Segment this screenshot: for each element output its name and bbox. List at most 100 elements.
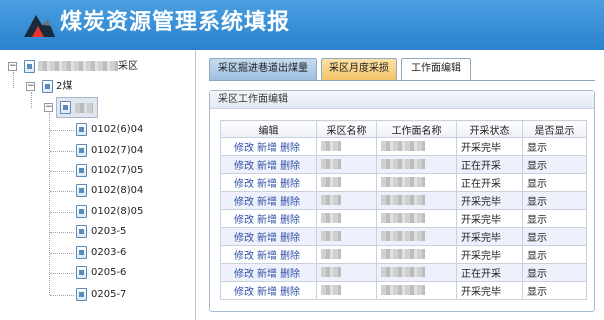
cell-area-name xyxy=(316,281,377,300)
tree-node-face-label: 0102(8)05 xyxy=(91,206,144,217)
collapse-icon[interactable]: − xyxy=(26,82,35,91)
tree-node-face-label: 0102(6)04 xyxy=(91,124,144,135)
tree-node-face[interactable]: 0102(8)05 xyxy=(0,204,196,220)
edit-link[interactable]: 修改 xyxy=(234,269,254,280)
tree-node-face[interactable]: 0102(8)04 xyxy=(0,183,196,199)
tree-node-face[interactable]: 0102(6)04 xyxy=(0,122,196,138)
add-link[interactable]: 新增 xyxy=(257,251,277,262)
table-row: 修改 新增 删除 开采完毕 显示 xyxy=(220,245,587,264)
redacted-text xyxy=(321,141,341,151)
cell-visible: 显示 xyxy=(522,281,587,300)
row-actions: 修改 新增 删除 xyxy=(220,209,317,228)
app-header: 煤炭资源管理系统填报 xyxy=(0,0,604,50)
add-link[interactable]: 新增 xyxy=(257,143,277,154)
col-header-edit: 编辑 xyxy=(220,120,317,138)
col-header-visible: 是否显示 xyxy=(522,120,587,138)
add-link[interactable]: 新增 xyxy=(257,233,277,244)
edit-link[interactable]: 修改 xyxy=(234,251,254,262)
cell-visible: 显示 xyxy=(522,137,587,156)
face-edit-panel: 采区工作面编辑 编辑 采区名称 工作面名称 开采状态 是否显示 修改 新增 删除 开… xyxy=(209,90,595,312)
cell-face-name xyxy=(376,281,457,300)
add-link[interactable]: 新增 xyxy=(257,179,277,190)
table-row: 修改 新增 删除 正在开采 显示 xyxy=(220,173,587,192)
document-icon xyxy=(76,164,87,177)
cell-area-name xyxy=(316,137,377,156)
tab-roadway-coal-output[interactable]: 采区掘进巷道出煤量 xyxy=(209,58,317,80)
add-link[interactable]: 新增 xyxy=(257,287,277,298)
row-actions: 修改 新增 删除 xyxy=(220,173,317,192)
delete-link[interactable]: 删除 xyxy=(280,215,300,226)
tab-face-edit[interactable]: 工作面编辑 xyxy=(401,58,471,80)
document-icon xyxy=(76,184,87,197)
cell-status: 正在开采 xyxy=(456,155,523,174)
document-icon xyxy=(76,144,87,157)
tree-node-face-label: 0102(8)04 xyxy=(91,185,144,196)
cell-status: 开采完毕 xyxy=(456,209,523,228)
cell-area-name xyxy=(316,263,377,282)
edit-link[interactable]: 修改 xyxy=(234,143,254,154)
tree-node-selected[interactable]: − xyxy=(0,97,196,119)
tree-node-face-label: 0203-5 xyxy=(91,226,127,237)
delete-link[interactable]: 删除 xyxy=(280,143,300,154)
cell-area-name xyxy=(316,209,377,228)
delete-link[interactable]: 删除 xyxy=(280,197,300,208)
redacted-text xyxy=(381,267,425,277)
delete-link[interactable]: 删除 xyxy=(280,179,300,190)
redacted-text xyxy=(381,231,425,241)
edit-link[interactable]: 修改 xyxy=(234,233,254,244)
table-row: 修改 新增 删除 开采完毕 显示 xyxy=(220,227,587,246)
document-icon xyxy=(24,60,35,73)
cell-face-name xyxy=(376,137,457,156)
document-icon xyxy=(76,288,87,301)
row-actions: 修改 新增 删除 xyxy=(220,137,317,156)
tree-node-face[interactable]: 0102(7)04 xyxy=(0,143,196,159)
add-link[interactable]: 新增 xyxy=(257,161,277,172)
collapse-icon[interactable]: − xyxy=(8,62,17,71)
row-actions: 修改 新增 删除 xyxy=(220,191,317,210)
tree-node-face[interactable]: 0205-7 xyxy=(0,287,196,303)
edit-link[interactable]: 修改 xyxy=(234,161,254,172)
add-link[interactable]: 新增 xyxy=(257,215,277,226)
tree-node-face[interactable]: 0205-6 xyxy=(0,265,196,281)
redacted-text xyxy=(321,213,341,223)
tab-monthly-loss[interactable]: 采区月度采损 xyxy=(321,58,397,80)
delete-link[interactable]: 删除 xyxy=(280,251,300,262)
redacted-text xyxy=(381,195,425,205)
edit-link[interactable]: 修改 xyxy=(234,197,254,208)
tab-divider xyxy=(209,80,595,81)
edit-link[interactable]: 修改 xyxy=(234,179,254,190)
delete-link[interactable]: 删除 xyxy=(280,287,300,298)
document-icon xyxy=(76,246,87,259)
delete-link[interactable]: 删除 xyxy=(280,233,300,244)
delete-link[interactable]: 删除 xyxy=(280,269,300,280)
tree-node-face[interactable]: 0203-5 xyxy=(0,224,196,240)
tree-node-root[interactable]: − 采区 xyxy=(0,59,196,75)
row-actions: 修改 新增 删除 xyxy=(220,245,317,264)
cell-area-name xyxy=(316,173,377,192)
delete-link[interactable]: 删除 xyxy=(280,161,300,172)
face-table: 编辑 采区名称 工作面名称 开采状态 是否显示 修改 新增 删除 开采完毕 显示 修… xyxy=(220,120,587,300)
document-icon xyxy=(60,101,71,114)
redacted-text xyxy=(321,285,341,295)
tree-node-face[interactable]: 0203-6 xyxy=(0,245,196,261)
cell-area-name xyxy=(316,191,377,210)
document-icon xyxy=(42,80,53,93)
add-link[interactable]: 新增 xyxy=(257,269,277,280)
cell-area-name xyxy=(316,227,377,246)
tree-node-face-label: 0102(7)04 xyxy=(91,145,144,156)
cell-area-name xyxy=(316,155,377,174)
tree-node-seam[interactable]: − 2煤 xyxy=(0,79,196,95)
document-icon xyxy=(76,123,87,136)
add-link[interactable]: 新增 xyxy=(257,197,277,208)
edit-link[interactable]: 修改 xyxy=(234,215,254,226)
table-row: 修改 新增 删除 正在开采 显示 xyxy=(220,263,587,282)
table-header-row: 编辑 采区名称 工作面名称 开采状态 是否显示 xyxy=(220,120,587,138)
tree-node-face[interactable]: 0102(7)05 xyxy=(0,163,196,179)
collapse-icon[interactable]: − xyxy=(44,103,53,112)
edit-link[interactable]: 修改 xyxy=(234,287,254,298)
tree-node-face-label: 0205-7 xyxy=(91,289,127,300)
redacted-text xyxy=(381,213,425,223)
cell-face-name xyxy=(376,209,457,228)
cell-status: 正在开采 xyxy=(456,263,523,282)
row-actions: 修改 新增 删除 xyxy=(220,227,317,246)
